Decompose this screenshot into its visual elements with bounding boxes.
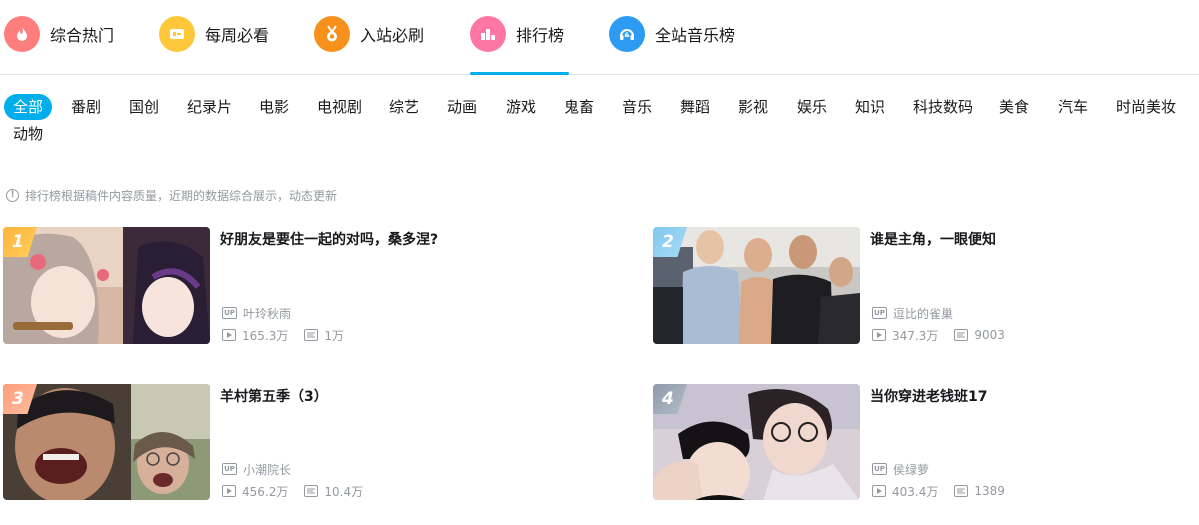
- play-count: 165.3万: [242, 328, 289, 343]
- play-count: 347.3万: [892, 328, 939, 343]
- uploader-name: 逗比的雀巢: [893, 306, 954, 321]
- video-title[interactable]: 好朋友是要住一起的对吗，桑多涅?: [220, 229, 550, 249]
- flame-icon: [4, 16, 40, 52]
- nav-active-indicator: [470, 72, 569, 75]
- category-tab[interactable]: 综艺: [389, 94, 419, 120]
- uploader-row[interactable]: UP 叶玲秋雨: [222, 305, 291, 321]
- ranking-notice: ! 排行榜根据稿件内容质量，近期的数据综合展示，动态更新: [6, 186, 337, 204]
- category-tab[interactable]: 时尚美妆: [1116, 94, 1176, 120]
- info-icon: !: [6, 188, 19, 202]
- stats-row: 403.4万 1389: [872, 483, 1005, 499]
- category-tab[interactable]: 舞蹈: [680, 94, 710, 120]
- play-icon: [872, 485, 886, 497]
- up-icon: UP: [872, 463, 887, 475]
- up-icon: UP: [222, 463, 237, 475]
- category-tab[interactable]: 电视剧: [317, 94, 362, 120]
- category-tab[interactable]: 音乐: [622, 94, 652, 120]
- video-title[interactable]: 当你穿进老钱班17: [870, 386, 1199, 406]
- ticket-icon: [159, 16, 195, 52]
- nav-must-watch[interactable]: 入站必刷: [314, 14, 424, 54]
- category-tab[interactable]: 美食: [999, 94, 1029, 120]
- video-thumbnail[interactable]: 3: [3, 384, 210, 500]
- danmaku-count: 1389: [974, 484, 1005, 498]
- category-tab[interactable]: 汽车: [1058, 94, 1088, 120]
- video-thumbnail[interactable]: 2: [653, 227, 860, 344]
- category-tab[interactable]: 动画: [447, 94, 477, 120]
- nav-music[interactable]: 全站音乐榜: [609, 14, 735, 54]
- nav-ranking-label: 排行榜: [516, 26, 565, 45]
- category-tab[interactable]: 影视: [738, 94, 768, 120]
- uploader-name: 小潮院长: [243, 462, 292, 477]
- uploader-row[interactable]: UP 侯绿萝: [872, 461, 929, 477]
- danmaku-count: 1万: [324, 328, 344, 343]
- category-tab[interactable]: 科技数码: [913, 94, 973, 120]
- video-card[interactable]: 4 当你穿进老钱班17 UP 侯绿萝 403.4万 1389: [653, 384, 1199, 501]
- stats-row: 347.3万 9003: [872, 327, 1005, 343]
- play-icon: [222, 485, 236, 497]
- play-count: 456.2万: [242, 484, 289, 499]
- category-tab[interactable]: 纪录片: [187, 94, 232, 120]
- danmaku-icon: [954, 485, 969, 497]
- play-count: 403.4万: [892, 484, 939, 499]
- nav-music-label: 全站音乐榜: [655, 26, 736, 45]
- category-tab[interactable]: 鬼畜: [564, 94, 594, 120]
- headphones-icon: [609, 16, 645, 52]
- danmaku-icon: [304, 329, 319, 341]
- video-title[interactable]: 谁是主角，一眼便知: [870, 229, 1199, 249]
- category-all[interactable]: 全部: [4, 94, 53, 120]
- medal-icon: [314, 16, 350, 52]
- uploader-row[interactable]: UP 逗比的雀巢: [872, 305, 953, 321]
- up-icon: UP: [222, 307, 237, 319]
- play-icon: [222, 329, 236, 341]
- danmaku-icon: [954, 329, 969, 341]
- danmaku-count: 10.4万: [324, 484, 364, 499]
- stats-row: 165.3万 1万: [222, 327, 344, 343]
- video-card[interactable]: 1 好朋友是要住一起的对吗，桑多涅? UP 叶玲秋雨 165.3万 1万: [3, 227, 563, 344]
- video-card[interactable]: 3 羊村第五季（3） UP 小潮院长 456.2万 10.4万: [3, 384, 563, 501]
- nav-hot-label: 综合热门: [50, 26, 115, 45]
- category-tab[interactable]: 国创: [129, 94, 159, 120]
- video-thumbnail[interactable]: 4: [653, 384, 860, 500]
- video-thumbnail[interactable]: 1: [3, 227, 210, 344]
- play-icon: [872, 329, 886, 341]
- category-tab[interactable]: 番剧: [71, 94, 101, 120]
- nav-weekly[interactable]: 每周必看: [159, 14, 269, 54]
- nav-hot[interactable]: 综合热门: [4, 14, 114, 54]
- uploader-row[interactable]: UP 小潮院长: [222, 461, 291, 477]
- danmaku-icon: [304, 485, 319, 497]
- notice-text: 排行榜根据稿件内容质量，近期的数据综合展示，动态更新: [25, 188, 338, 203]
- stats-row: 456.2万 10.4万: [222, 483, 363, 499]
- danmaku-count: 9003: [974, 328, 1005, 342]
- category-tab[interactable]: 动物: [13, 121, 43, 147]
- uploader-name: 侯绿萝: [893, 462, 930, 477]
- uploader-name: 叶玲秋雨: [243, 306, 292, 321]
- category-tab[interactable]: 电影: [259, 94, 289, 120]
- category-tab[interactable]: 游戏: [506, 94, 536, 120]
- video-title[interactable]: 羊村第五季（3）: [220, 386, 550, 406]
- nav-weekly-label: 每周必看: [205, 26, 270, 45]
- video-card[interactable]: 2 谁是主角，一眼便知 UP 逗比的雀巢 347.3万 9003: [653, 227, 1199, 344]
- up-icon: UP: [872, 307, 887, 319]
- top-nav: 综合热门 每周必看 入站必刷 排行榜 全站音乐榜: [0, 0, 1199, 75]
- nav-must-watch-label: 入站必刷: [360, 26, 425, 45]
- nav-ranking[interactable]: 排行榜: [470, 14, 564, 54]
- category-tab[interactable]: 知识: [855, 94, 885, 120]
- category-tab[interactable]: 娱乐: [797, 94, 827, 120]
- podium-icon: [470, 16, 506, 52]
